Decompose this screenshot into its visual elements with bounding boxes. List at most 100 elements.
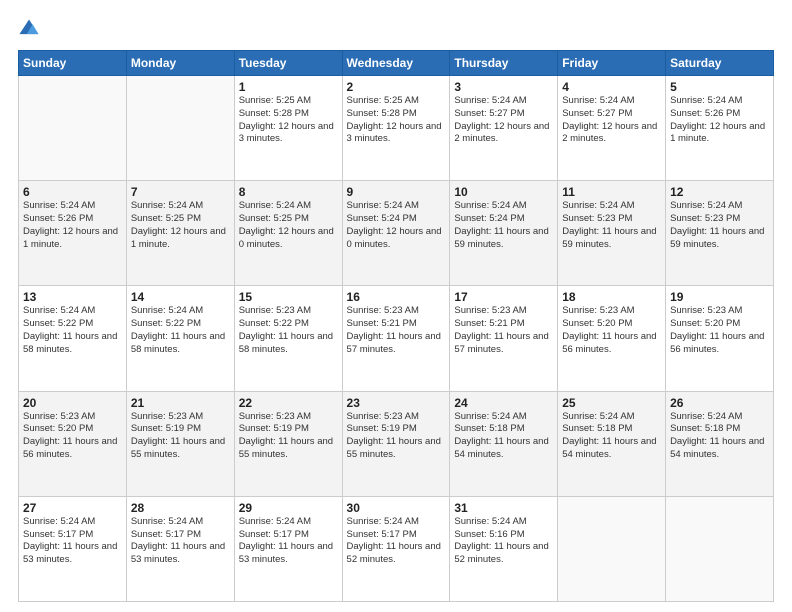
calendar-week-row: 13Sunrise: 5:24 AM Sunset: 5:22 PM Dayli… xyxy=(19,286,774,391)
calendar-cell: 15Sunrise: 5:23 AM Sunset: 5:22 PM Dayli… xyxy=(234,286,342,391)
calendar-cell: 8Sunrise: 5:24 AM Sunset: 5:25 PM Daylig… xyxy=(234,181,342,286)
logo-icon xyxy=(18,18,40,40)
day-info: Sunrise: 5:24 AM Sunset: 5:27 PM Dayligh… xyxy=(562,95,661,146)
day-info: Sunrise: 5:23 AM Sunset: 5:19 PM Dayligh… xyxy=(131,411,230,462)
calendar-cell: 21Sunrise: 5:23 AM Sunset: 5:19 PM Dayli… xyxy=(126,391,234,496)
calendar-cell: 9Sunrise: 5:24 AM Sunset: 5:24 PM Daylig… xyxy=(342,181,450,286)
day-number: 9 xyxy=(347,185,446,199)
day-info: Sunrise: 5:24 AM Sunset: 5:17 PM Dayligh… xyxy=(131,516,230,567)
calendar-cell: 11Sunrise: 5:24 AM Sunset: 5:23 PM Dayli… xyxy=(558,181,666,286)
calendar-cell: 7Sunrise: 5:24 AM Sunset: 5:25 PM Daylig… xyxy=(126,181,234,286)
calendar-cell: 24Sunrise: 5:24 AM Sunset: 5:18 PM Dayli… xyxy=(450,391,558,496)
day-info: Sunrise: 5:23 AM Sunset: 5:20 PM Dayligh… xyxy=(23,411,122,462)
day-number: 6 xyxy=(23,185,122,199)
day-info: Sunrise: 5:23 AM Sunset: 5:20 PM Dayligh… xyxy=(670,305,769,356)
page: SundayMondayTuesdayWednesdayThursdayFrid… xyxy=(0,0,792,612)
calendar-cell: 13Sunrise: 5:24 AM Sunset: 5:22 PM Dayli… xyxy=(19,286,127,391)
calendar-cell: 2Sunrise: 5:25 AM Sunset: 5:28 PM Daylig… xyxy=(342,76,450,181)
day-number: 19 xyxy=(670,290,769,304)
calendar-week-row: 6Sunrise: 5:24 AM Sunset: 5:26 PM Daylig… xyxy=(19,181,774,286)
day-info: Sunrise: 5:24 AM Sunset: 5:17 PM Dayligh… xyxy=(23,516,122,567)
day-number: 25 xyxy=(562,396,661,410)
day-info: Sunrise: 5:24 AM Sunset: 5:26 PM Dayligh… xyxy=(23,200,122,251)
calendar-week-row: 20Sunrise: 5:23 AM Sunset: 5:20 PM Dayli… xyxy=(19,391,774,496)
day-number: 5 xyxy=(670,80,769,94)
day-info: Sunrise: 5:23 AM Sunset: 5:19 PM Dayligh… xyxy=(239,411,338,462)
day-number: 14 xyxy=(131,290,230,304)
calendar-cell: 12Sunrise: 5:24 AM Sunset: 5:23 PM Dayli… xyxy=(666,181,774,286)
calendar-cell: 20Sunrise: 5:23 AM Sunset: 5:20 PM Dayli… xyxy=(19,391,127,496)
day-number: 24 xyxy=(454,396,553,410)
weekday-header-tuesday: Tuesday xyxy=(234,51,342,76)
calendar-cell: 10Sunrise: 5:24 AM Sunset: 5:24 PM Dayli… xyxy=(450,181,558,286)
day-number: 20 xyxy=(23,396,122,410)
day-info: Sunrise: 5:24 AM Sunset: 5:27 PM Dayligh… xyxy=(454,95,553,146)
day-number: 30 xyxy=(347,501,446,515)
calendar-table: SundayMondayTuesdayWednesdayThursdayFrid… xyxy=(18,50,774,602)
day-number: 11 xyxy=(562,185,661,199)
day-info: Sunrise: 5:24 AM Sunset: 5:22 PM Dayligh… xyxy=(23,305,122,356)
day-number: 13 xyxy=(23,290,122,304)
day-info: Sunrise: 5:24 AM Sunset: 5:25 PM Dayligh… xyxy=(131,200,230,251)
calendar-cell: 30Sunrise: 5:24 AM Sunset: 5:17 PM Dayli… xyxy=(342,496,450,601)
day-info: Sunrise: 5:24 AM Sunset: 5:22 PM Dayligh… xyxy=(131,305,230,356)
day-info: Sunrise: 5:23 AM Sunset: 5:22 PM Dayligh… xyxy=(239,305,338,356)
day-number: 29 xyxy=(239,501,338,515)
calendar-cell: 29Sunrise: 5:24 AM Sunset: 5:17 PM Dayli… xyxy=(234,496,342,601)
day-info: Sunrise: 5:24 AM Sunset: 5:18 PM Dayligh… xyxy=(562,411,661,462)
day-info: Sunrise: 5:24 AM Sunset: 5:23 PM Dayligh… xyxy=(562,200,661,251)
day-number: 17 xyxy=(454,290,553,304)
day-number: 15 xyxy=(239,290,338,304)
day-number: 12 xyxy=(670,185,769,199)
day-number: 1 xyxy=(239,80,338,94)
calendar-cell: 18Sunrise: 5:23 AM Sunset: 5:20 PM Dayli… xyxy=(558,286,666,391)
calendar-week-row: 1Sunrise: 5:25 AM Sunset: 5:28 PM Daylig… xyxy=(19,76,774,181)
day-info: Sunrise: 5:25 AM Sunset: 5:28 PM Dayligh… xyxy=(239,95,338,146)
day-number: 18 xyxy=(562,290,661,304)
weekday-header-thursday: Thursday xyxy=(450,51,558,76)
calendar-cell xyxy=(126,76,234,181)
calendar-cell: 3Sunrise: 5:24 AM Sunset: 5:27 PM Daylig… xyxy=(450,76,558,181)
day-info: Sunrise: 5:24 AM Sunset: 5:17 PM Dayligh… xyxy=(239,516,338,567)
day-info: Sunrise: 5:24 AM Sunset: 5:18 PM Dayligh… xyxy=(670,411,769,462)
day-info: Sunrise: 5:24 AM Sunset: 5:18 PM Dayligh… xyxy=(454,411,553,462)
day-info: Sunrise: 5:24 AM Sunset: 5:17 PM Dayligh… xyxy=(347,516,446,567)
calendar-cell: 31Sunrise: 5:24 AM Sunset: 5:16 PM Dayli… xyxy=(450,496,558,601)
calendar-cell: 28Sunrise: 5:24 AM Sunset: 5:17 PM Dayli… xyxy=(126,496,234,601)
day-number: 23 xyxy=(347,396,446,410)
day-number: 16 xyxy=(347,290,446,304)
day-number: 3 xyxy=(454,80,553,94)
day-info: Sunrise: 5:24 AM Sunset: 5:25 PM Dayligh… xyxy=(239,200,338,251)
day-info: Sunrise: 5:24 AM Sunset: 5:24 PM Dayligh… xyxy=(347,200,446,251)
calendar-cell: 5Sunrise: 5:24 AM Sunset: 5:26 PM Daylig… xyxy=(666,76,774,181)
day-number: 28 xyxy=(131,501,230,515)
day-info: Sunrise: 5:23 AM Sunset: 5:19 PM Dayligh… xyxy=(347,411,446,462)
calendar-cell: 26Sunrise: 5:24 AM Sunset: 5:18 PM Dayli… xyxy=(666,391,774,496)
day-number: 26 xyxy=(670,396,769,410)
calendar-cell: 16Sunrise: 5:23 AM Sunset: 5:21 PM Dayli… xyxy=(342,286,450,391)
calendar-cell: 22Sunrise: 5:23 AM Sunset: 5:19 PM Dayli… xyxy=(234,391,342,496)
calendar-cell: 25Sunrise: 5:24 AM Sunset: 5:18 PM Dayli… xyxy=(558,391,666,496)
calendar-cell: 1Sunrise: 5:25 AM Sunset: 5:28 PM Daylig… xyxy=(234,76,342,181)
day-number: 22 xyxy=(239,396,338,410)
day-number: 21 xyxy=(131,396,230,410)
calendar-cell xyxy=(19,76,127,181)
calendar-cell: 27Sunrise: 5:24 AM Sunset: 5:17 PM Dayli… xyxy=(19,496,127,601)
calendar-cell: 19Sunrise: 5:23 AM Sunset: 5:20 PM Dayli… xyxy=(666,286,774,391)
calendar-cell: 14Sunrise: 5:24 AM Sunset: 5:22 PM Dayli… xyxy=(126,286,234,391)
weekday-header-monday: Monday xyxy=(126,51,234,76)
day-info: Sunrise: 5:23 AM Sunset: 5:21 PM Dayligh… xyxy=(454,305,553,356)
day-number: 4 xyxy=(562,80,661,94)
day-number: 8 xyxy=(239,185,338,199)
calendar-cell: 6Sunrise: 5:24 AM Sunset: 5:26 PM Daylig… xyxy=(19,181,127,286)
day-info: Sunrise: 5:23 AM Sunset: 5:20 PM Dayligh… xyxy=(562,305,661,356)
weekday-header-friday: Friday xyxy=(558,51,666,76)
day-number: 31 xyxy=(454,501,553,515)
day-number: 7 xyxy=(131,185,230,199)
day-number: 2 xyxy=(347,80,446,94)
day-number: 27 xyxy=(23,501,122,515)
day-info: Sunrise: 5:24 AM Sunset: 5:23 PM Dayligh… xyxy=(670,200,769,251)
weekday-header-wednesday: Wednesday xyxy=(342,51,450,76)
day-number: 10 xyxy=(454,185,553,199)
logo xyxy=(18,18,44,40)
